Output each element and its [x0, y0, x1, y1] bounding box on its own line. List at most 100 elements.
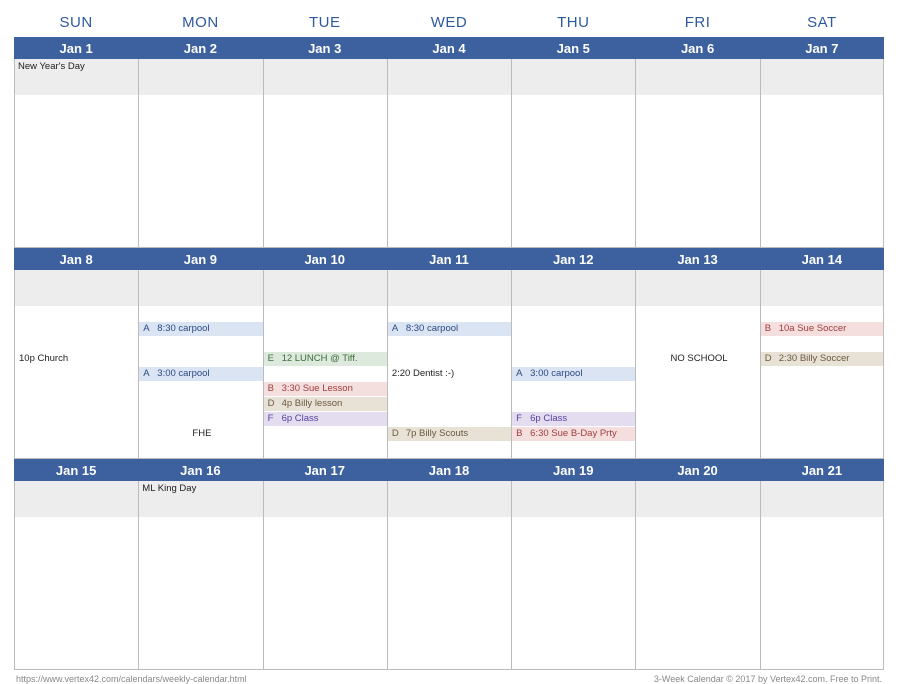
event-category: A [143, 367, 151, 381]
event[interactable]: D 7p Billy Scouts [388, 427, 511, 441]
day-cell[interactable] [138, 59, 262, 247]
date-header: Jan 17 [263, 459, 387, 481]
event-category: D [268, 397, 276, 411]
date-header: Jan 8 [14, 248, 138, 270]
event-category: A [392, 322, 400, 336]
day-cell[interactable]: ML King Day [138, 481, 262, 669]
date-header: Jan 10 [263, 248, 387, 270]
holiday-band [512, 481, 635, 517]
event-text: 6p Class [282, 412, 319, 426]
day-cell[interactable] [263, 59, 387, 247]
event-text: 6p Class [530, 412, 567, 426]
date-header: Jan 2 [138, 37, 262, 59]
date-header: Jan 4 [387, 37, 511, 59]
day-cell[interactable]: New Year's Day [14, 59, 138, 247]
day-cell[interactable]: NO SCHOOL [635, 270, 759, 458]
event[interactable]: D 2:30 Billy Soccer [761, 352, 883, 366]
day-cell[interactable]: A8:30 carpool A 3:00 carpool FHE [138, 270, 262, 458]
events-area [264, 517, 387, 667]
day-cell[interactable]: B10a Sue Soccer D 2:30 Billy Soccer [760, 270, 884, 458]
event-text: 3:00 carpool [157, 367, 209, 381]
holiday-band: ML King Day [139, 481, 262, 517]
event[interactable]: A8:30 carpool [139, 322, 262, 336]
holiday-band [264, 270, 387, 306]
event[interactable]: B 6:30 Sue B-Day Prty [512, 427, 635, 441]
event-text: 12 LUNCH @ Tiff. [282, 352, 358, 366]
dow-tue: TUE [263, 10, 387, 37]
date-header: Jan 5 [511, 37, 635, 59]
day-cell[interactable] [14, 481, 138, 669]
day-cell[interactable] [511, 59, 635, 247]
footer-copyright: 3-Week Calendar © 2017 by Vertex42.com. … [654, 674, 882, 684]
holiday-band: New Year's Day [15, 59, 138, 95]
date-header: Jan 20 [635, 459, 759, 481]
event-category: D [765, 352, 773, 366]
event-text: NO SCHOOL [671, 352, 728, 366]
day-cell[interactable]: A8:30 carpool 2:20 Dentist :-) D 7p Billy S… [387, 270, 511, 458]
event-category: D [392, 427, 400, 441]
events-area [15, 95, 138, 245]
event[interactable]: A3:00 carpool [512, 367, 635, 381]
date-header: Jan 3 [263, 37, 387, 59]
date-header: Jan 7 [760, 37, 884, 59]
week-3: Jan 15Jan 16Jan 17Jan 18Jan 19Jan 20Jan … [14, 459, 884, 670]
day-cell[interactable] [263, 481, 387, 669]
events-area [264, 95, 387, 245]
event-text: 7p Billy Scouts [406, 427, 468, 441]
event[interactable]: FHE [139, 427, 262, 441]
day-cell[interactable] [387, 59, 511, 247]
events-area [388, 95, 511, 245]
day-cell[interactable] [635, 59, 759, 247]
date-header: Jan 12 [511, 248, 635, 270]
holiday-band [761, 59, 883, 95]
event[interactable]: B10a Sue Soccer [761, 322, 883, 336]
day-cell[interactable] [760, 59, 884, 247]
footer-url: https://www.vertex42.com/calendars/weekl… [16, 674, 247, 684]
events-area [636, 95, 759, 245]
event[interactable]: F 6p Class [264, 412, 387, 426]
day-cell[interactable] [635, 481, 759, 669]
holiday-band [512, 59, 635, 95]
holiday-band [139, 59, 262, 95]
event-category: B [516, 427, 524, 441]
dow-mon: MON [138, 10, 262, 37]
week-1: Jan 1Jan 2Jan 3Jan 4Jan 5Jan 6Jan 7New Y… [14, 37, 884, 248]
footer: https://www.vertex42.com/calendars/weekl… [14, 670, 884, 684]
event-category: F [268, 412, 276, 426]
event[interactable]: NO SCHOOL [636, 352, 759, 366]
event[interactable]: B3:30 Sue Lesson [264, 382, 387, 396]
day-cell[interactable]: A3:00 carpool F 6p Class B 6:30 Sue B-Day Pr… [511, 270, 635, 458]
day-cell[interactable]: 10p Church [14, 270, 138, 458]
event[interactable]: A8:30 carpool [388, 322, 511, 336]
event-category: F [516, 412, 524, 426]
holiday-band [264, 481, 387, 517]
events-area [139, 517, 262, 667]
event-text: 6:30 Sue B-Day Prty [530, 427, 617, 441]
day-cell[interactable] [387, 481, 511, 669]
holiday-band [388, 270, 511, 306]
event-text: 2:30 Billy Soccer [779, 352, 850, 366]
dow-wed: WED [387, 10, 511, 37]
events-area [636, 517, 759, 667]
event[interactable]: 2:20 Dentist :-) [388, 367, 511, 381]
day-cell[interactable] [511, 481, 635, 669]
event[interactable]: D4p Billy lesson [264, 397, 387, 411]
day-cell[interactable]: E12 LUNCH @ Tiff. B3:30 Sue LessonD4p Bil… [263, 270, 387, 458]
calendar-body: Jan 1Jan 2Jan 3Jan 4Jan 5Jan 6Jan 7New Y… [14, 37, 884, 670]
event[interactable]: A 3:00 carpool [139, 367, 262, 381]
event[interactable]: E12 LUNCH @ Tiff. [264, 352, 387, 366]
event[interactable]: 10p Church [15, 352, 138, 366]
date-header: Jan 9 [138, 248, 262, 270]
event[interactable]: F 6p Class [512, 412, 635, 426]
date-header: Jan 18 [387, 459, 511, 481]
event-category: A [516, 367, 524, 381]
event-text: FHE [192, 427, 211, 441]
dow-fri: FRI [635, 10, 759, 37]
events-area [761, 95, 883, 245]
event-text: 10p Church [19, 352, 68, 366]
holiday-band [636, 481, 759, 517]
day-cell[interactable] [760, 481, 884, 669]
date-header: Jan 15 [14, 459, 138, 481]
holiday-band [761, 270, 883, 306]
holiday-band [388, 481, 511, 517]
